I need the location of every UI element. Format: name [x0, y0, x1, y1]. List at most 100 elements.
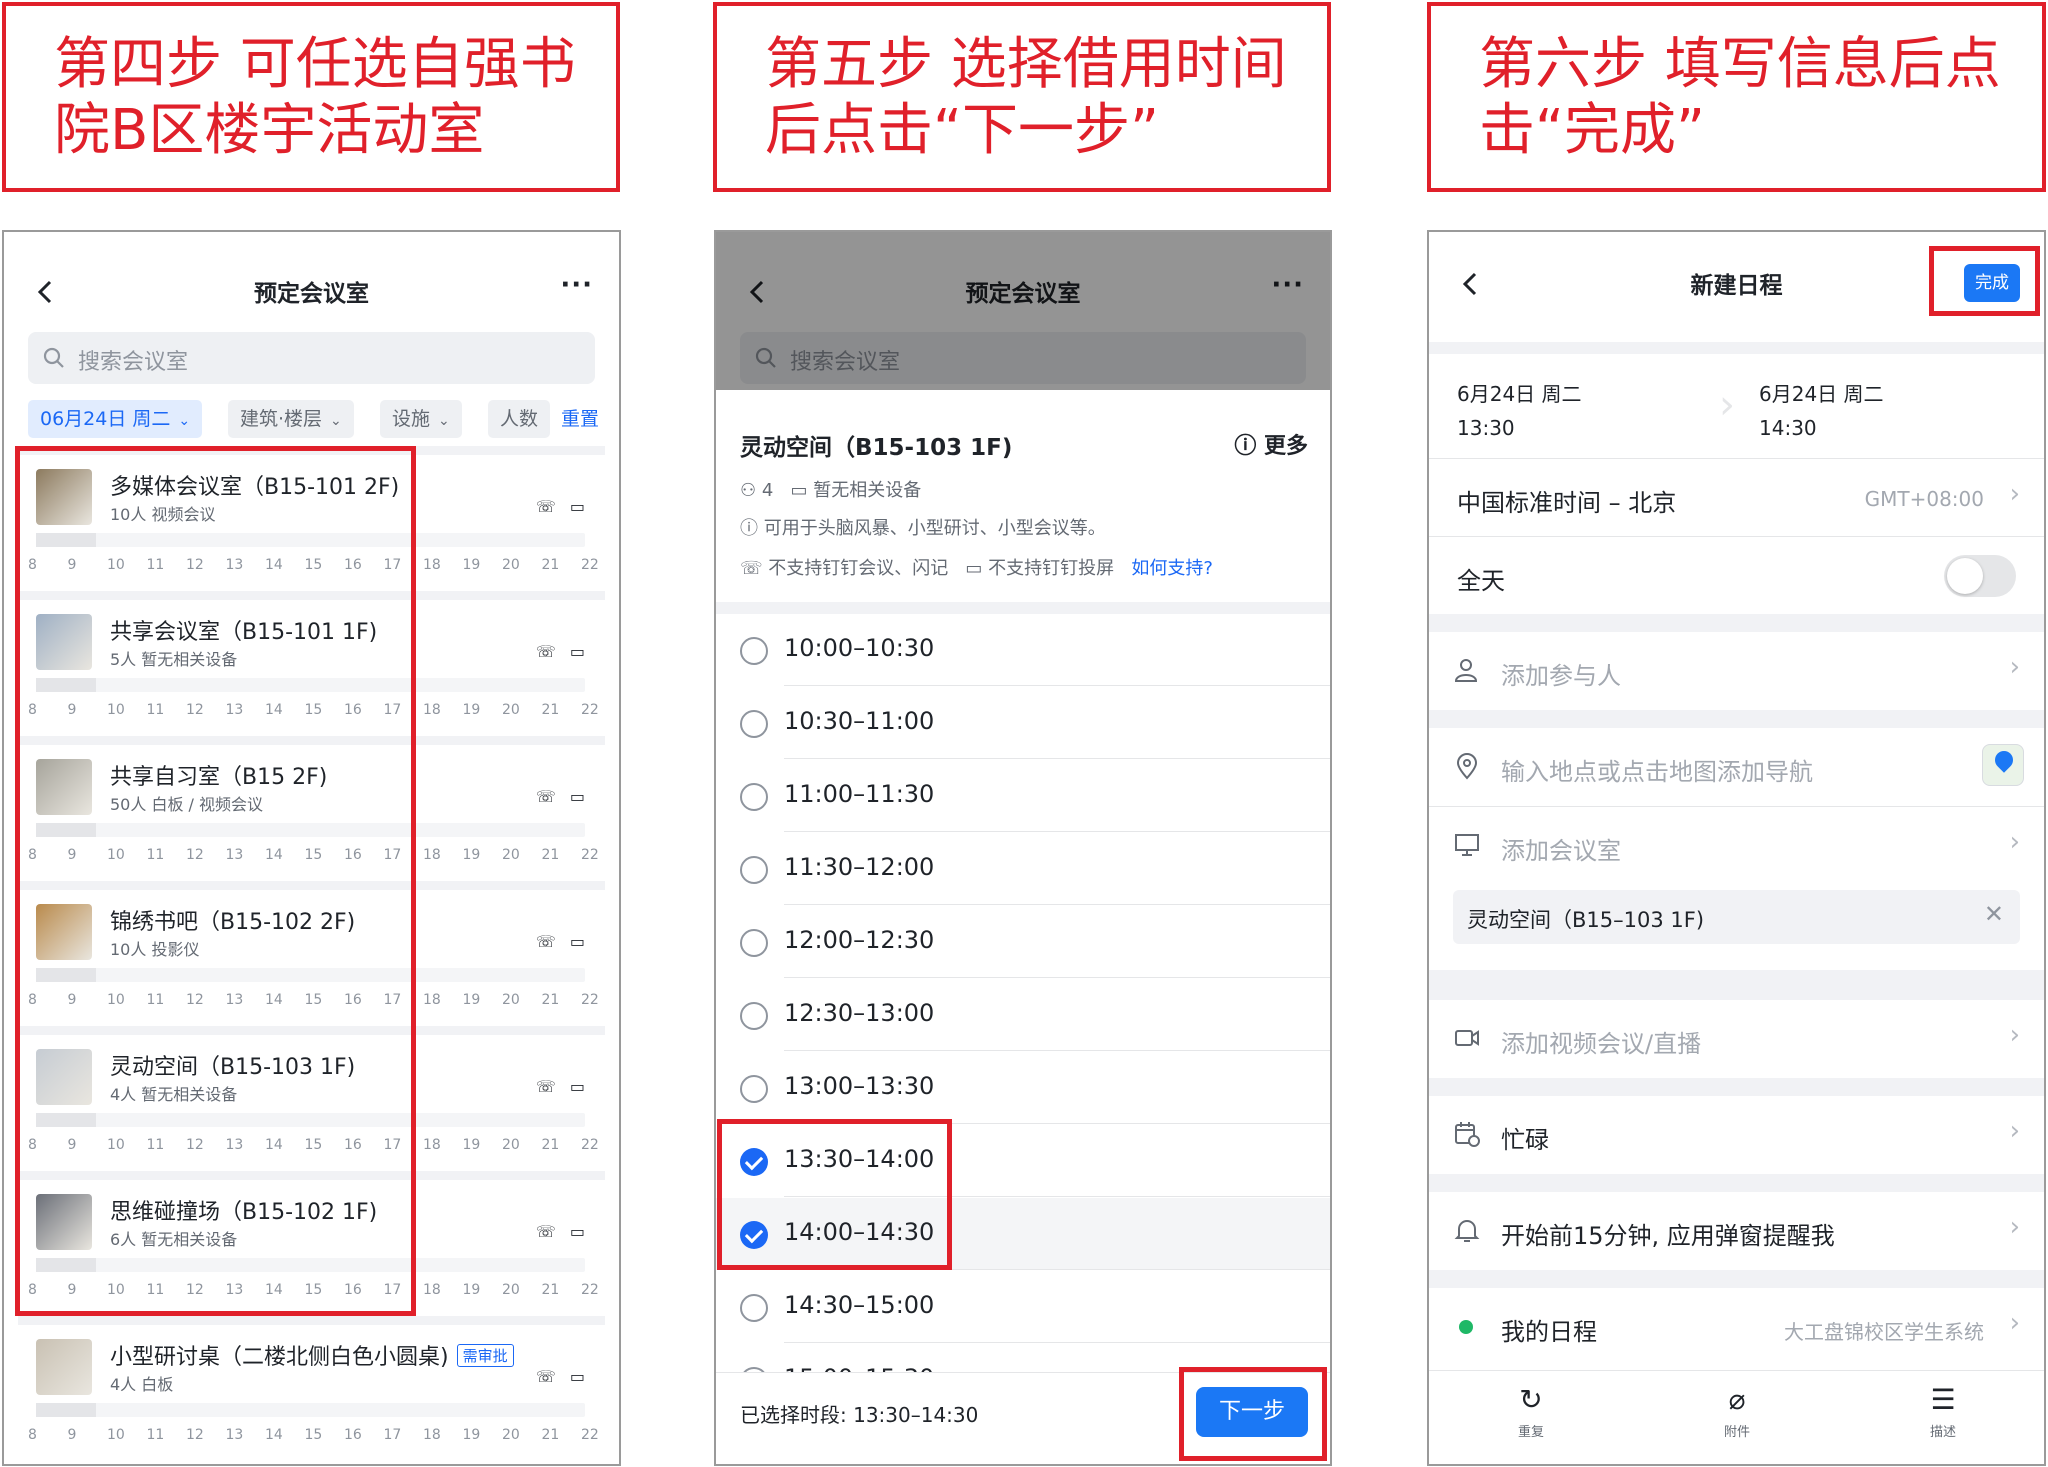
- time-slot-label: 14:30–15:00: [784, 1291, 935, 1319]
- attachment-tab[interactable]: ⌀ 附件: [1697, 1383, 1777, 1440]
- map-icon[interactable]: [1982, 744, 2024, 786]
- hour-label: 14: [265, 1282, 283, 1298]
- hour-scale: 8 9 10 11 12 13 14 15 16 17 18 19 20 21 22: [28, 557, 599, 575]
- time-slot[interactable]: 14:30–15:00: [716, 1271, 1330, 1343]
- step-6-line1: 第六步 填写信息后点: [1479, 32, 2001, 97]
- time-slot-label: 11:30–12:00: [784, 853, 935, 881]
- hour-label: 18: [423, 1282, 441, 1298]
- capacity-value: 4: [761, 480, 774, 501]
- radio-icon[interactable]: [740, 1075, 768, 1103]
- hour-label: 12: [186, 1427, 204, 1443]
- room-card[interactable]: 锦绣书吧（B15-102 2F) 10人 投影仪 ☏ ▭ 8 9 10 11 12 13 14 15 1…: [18, 881, 605, 1015]
- room-thumbnail: [36, 904, 92, 960]
- room-card[interactable]: 多媒体会议室（B15-101 2F) 10人 视频会议 ☏ ▭ 8 9 10 11 12 13 14…: [18, 446, 605, 580]
- participants-row[interactable]: 添加参与人 ›: [1429, 632, 2044, 710]
- meeting-room-icon: [1455, 834, 1479, 856]
- nav-bar: 新建日程: [1429, 254, 2044, 314]
- hour-label: 18: [423, 992, 441, 1008]
- more-info-link[interactable]: ⓘ 更多: [1234, 428, 1308, 460]
- room-thumbnail: [36, 1339, 92, 1395]
- room-meta: 4人 白板: [110, 1375, 174, 1394]
- divider: [716, 602, 1330, 614]
- building-filter[interactable]: 建筑·楼层 ⌄: [228, 400, 354, 438]
- nav-bar: 预定会议室 ···: [4, 262, 619, 322]
- hour-label: 20: [502, 847, 520, 863]
- time-slot[interactable]: 13:30–14:00: [716, 1125, 1330, 1197]
- hour-label: 14: [265, 847, 283, 863]
- room-card[interactable]: 共享会议室（B15-101 1F) 5人 暂无相关设备 ☏ ▭ 8 9 10 11 12 13 14…: [18, 591, 605, 725]
- search-input[interactable]: 搜索会议室: [28, 332, 595, 384]
- people-filter[interactable]: 人数: [488, 400, 551, 438]
- video-meeting-row[interactable]: 添加视频会议/直播 ›: [1429, 1000, 2044, 1078]
- checked-radio-icon[interactable]: [740, 1148, 768, 1176]
- hour-label: 22: [581, 1282, 599, 1298]
- hour-label: 10: [107, 1282, 125, 1298]
- availability-bar: [36, 1403, 585, 1417]
- chevron-right-icon: ›: [2009, 652, 2020, 682]
- room-card[interactable]: 灵动空间（B15-103 1F) 4人 暂无相关设备 ☏ ▭ 8 9 10 11 12 13 14 1…: [18, 1026, 605, 1160]
- info-icon: ⓘ: [740, 518, 758, 539]
- hour-label: 14: [265, 1137, 283, 1153]
- hour-label: 13: [225, 702, 244, 718]
- phone-icon: ☏: [740, 558, 763, 579]
- radio-icon[interactable]: [740, 1002, 768, 1030]
- checked-radio-icon[interactable]: [740, 1221, 768, 1249]
- hour-label: 10: [107, 557, 125, 573]
- close-icon[interactable]: ✕: [1984, 900, 2004, 928]
- radio-icon[interactable]: [740, 710, 768, 738]
- time-slot[interactable]: 14:00–14:30: [716, 1198, 1330, 1270]
- busy-status-row[interactable]: 忙碌 ›: [1429, 1096, 2044, 1174]
- radio-icon[interactable]: [740, 783, 768, 811]
- next-step-button[interactable]: 下一步: [1196, 1387, 1308, 1437]
- done-button[interactable]: 完成: [1964, 264, 2020, 302]
- hour-label: 9: [67, 1427, 77, 1443]
- hour-label: 12: [186, 1137, 204, 1153]
- time-slot-label: 12:30–13:00: [784, 999, 935, 1027]
- hour-label: 15: [304, 702, 323, 718]
- modal-overlay[interactable]: [716, 232, 1330, 390]
- date-filter[interactable]: 06月24日 周二 ⌄: [28, 400, 203, 438]
- time-slot[interactable]: 13:00–13:30: [716, 1052, 1330, 1124]
- radio-icon[interactable]: [740, 637, 768, 665]
- location-row[interactable]: 输入地点或点击地图添加导航: [1429, 728, 2044, 806]
- step-4-line2: 院B区楼宇活动室: [54, 98, 485, 163]
- time-slot[interactable]: 12:30–13:00: [716, 979, 1330, 1051]
- people-icon: ⚇: [740, 480, 757, 501]
- room-card[interactable]: 共享自习室（B15 2F) 50人 白板 / 视频会议 ☏ ▭ 8 9 10 11 12 13 14…: [18, 736, 605, 870]
- time-slot[interactable]: 11:00–11:30: [716, 760, 1330, 832]
- hour-label: 16: [344, 702, 362, 718]
- all-day-toggle[interactable]: [1944, 555, 2016, 597]
- time-range-row[interactable]: 6月24日 周二 13:30 › 6月24日 周二 14:30: [1429, 354, 2044, 458]
- timezone-row[interactable]: 中国标准时间 – 北京 GMT+08:00 ›: [1429, 458, 2044, 536]
- time-slot[interactable]: 12:00–12:30: [716, 906, 1330, 978]
- repeat-tab[interactable]: ↻ 重复: [1491, 1383, 1571, 1440]
- facility-filter[interactable]: 设施 ⌄: [380, 400, 462, 438]
- room-thumbnail: [36, 1194, 92, 1250]
- description-tab[interactable]: ☰ 描述: [1903, 1383, 1983, 1440]
- hour-scale: 8 9 10 11 12 13 14 15 16 17 18 19 20 21 22: [28, 1427, 599, 1445]
- room-card[interactable]: 小型研讨桌（二楼北侧白色小圆桌) 需审批 4人 白板 ☏ ▭ 8 9 10 11 12 13 14 15…: [18, 1316, 605, 1450]
- radio-icon[interactable]: [740, 1294, 768, 1322]
- time-slot[interactable]: 11:30–12:00: [716, 833, 1330, 905]
- approval-badge: 需审批: [456, 1344, 514, 1367]
- hour-label: 17: [383, 1137, 402, 1153]
- start-time: 13:30: [1457, 416, 1515, 440]
- calendar-row[interactable]: 我的日程 大工盘锦校区学生系统 ›: [1429, 1288, 2044, 1366]
- hour-label: 21: [541, 1427, 560, 1443]
- radio-icon[interactable]: [740, 856, 768, 884]
- hour-label: 10: [107, 702, 125, 718]
- add-room-row[interactable]: 添加会议室 ›: [1429, 806, 2044, 884]
- how-to-support-link[interactable]: 如何支持?: [1131, 558, 1213, 579]
- reset-button[interactable]: 重置: [561, 400, 599, 438]
- time-slot[interactable]: 10:00–10:30: [716, 614, 1330, 686]
- hour-label: 21: [541, 847, 560, 863]
- reminder-row[interactable]: 开始前15分钟, 应用弹窗提醒我 ›: [1429, 1192, 2044, 1270]
- cast-icon: ▭: [569, 1222, 585, 1241]
- hour-label: 22: [581, 992, 599, 1008]
- time-slot[interactable]: 10:30–11:00: [716, 687, 1330, 759]
- more-icon[interactable]: ···: [560, 270, 593, 300]
- hour-label: 18: [423, 1427, 441, 1443]
- radio-icon[interactable]: [740, 929, 768, 957]
- bottom-toolbar: ↻ 重复 ⌀ 附件 ☰ 描述: [1429, 1370, 2044, 1464]
- room-card[interactable]: 思维碰撞场（B15-102 1F) 6人 暂无相关设备 ☏ ▭ 8 9 10 11 12 13 14…: [18, 1171, 605, 1305]
